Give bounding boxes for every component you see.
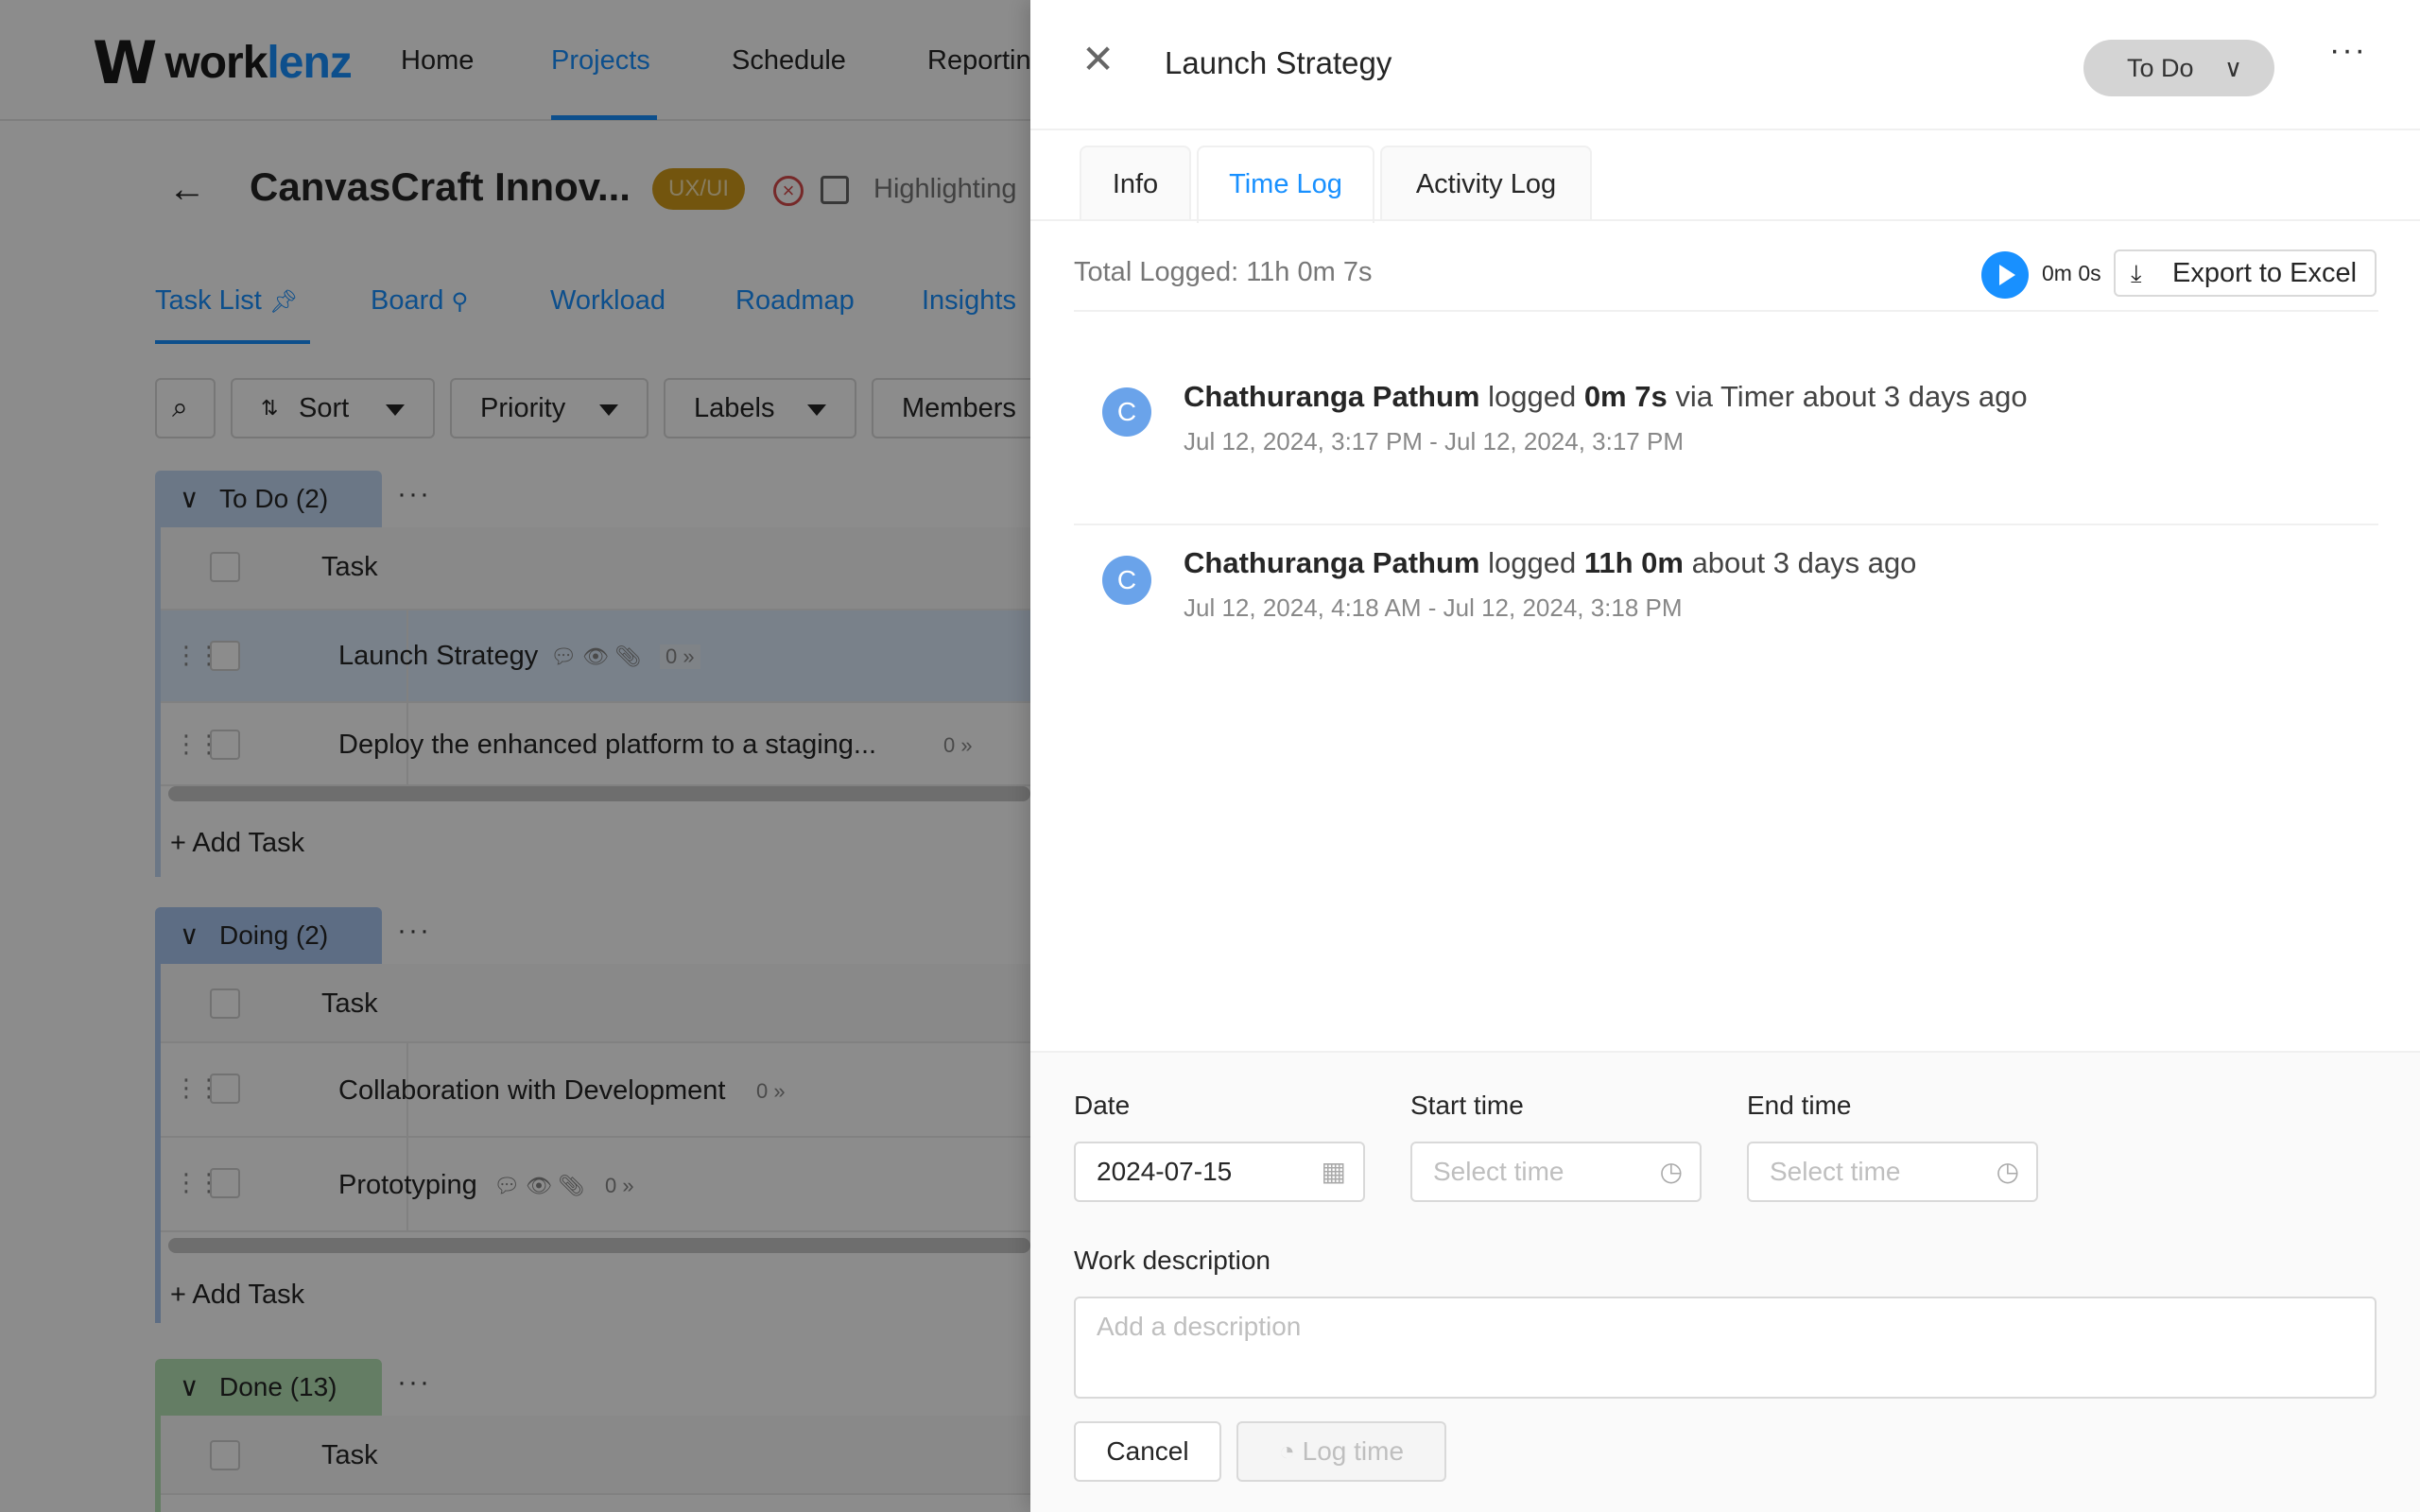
avatar: C <box>1102 387 1151 437</box>
divider <box>1074 524 2378 525</box>
drawer-title: Launch Strategy <box>1165 45 1392 80</box>
time-log-entry-range: Jul 12, 2024, 3:17 PM - Jul 12, 2024, 3:… <box>1184 427 1684 455</box>
date-picker[interactable]: 2024-07-15 ▦ <box>1074 1142 1365 1202</box>
start-time-label: Start time <box>1410 1091 1524 1120</box>
time-log-entry-range: Jul 12, 2024, 4:18 AM - Jul 12, 2024, 3:… <box>1184 593 1683 622</box>
log-time-button[interactable]: ◔ Log time <box>1236 1421 1446 1482</box>
end-time-label: End time <box>1747 1091 1852 1120</box>
more-options-icon[interactable]: ··· <box>2329 32 2367 69</box>
drawer-backdrop-mask[interactable] <box>0 0 1030 1512</box>
timer-value: 0m 0s <box>2042 261 2101 285</box>
cancel-button[interactable]: Cancel <box>1074 1421 1221 1482</box>
end-time-picker[interactable]: Select time ◷ <box>1747 1142 2038 1202</box>
project-page: W worklenz Home Projects Schedule Report… <box>0 0 1030 1512</box>
avatar: C <box>1102 556 1151 605</box>
tab-info[interactable]: Info <box>1080 146 1191 221</box>
divider <box>1074 310 2378 312</box>
close-icon[interactable]: ✕ <box>1081 40 1115 79</box>
tab-time-log[interactable]: Time Log <box>1197 146 1374 223</box>
work-description-input[interactable]: Add a description <box>1074 1297 2377 1399</box>
time-log-entry-text: Chathuranga Pathum logged 0m 7s via Time… <box>1184 380 2028 413</box>
work-description-label: Work description <box>1074 1246 1271 1275</box>
play-timer-icon[interactable] <box>1981 251 2029 299</box>
download-icon: ⤓ <box>2131 259 2142 287</box>
drawer-header: ✕ Launch Strategy To Do ∨ ··· <box>1030 0 2420 130</box>
total-logged: Total Logged: 11h 0m 7s <box>1074 257 1373 287</box>
time-log-entry-text: Chathuranga Pathum logged 11h 0m about 3… <box>1184 546 1917 579</box>
calendar-icon: ▦ <box>1321 1157 1346 1186</box>
clock-icon: ◷ <box>1659 1157 1683 1186</box>
date-label: Date <box>1074 1091 1131 1120</box>
chevron-down-icon: ∨ <box>2223 54 2242 82</box>
tab-divider <box>1030 219 2420 221</box>
task-drawer: ✕ Launch Strategy To Do ∨ ··· Info Time L… <box>1030 0 2420 1512</box>
export-to-excel-button[interactable]: ⤓ Export to Excel <box>2114 249 2377 297</box>
status-dropdown[interactable]: To Do ∨ <box>2083 40 2274 96</box>
start-time-picker[interactable]: Select time ◷ <box>1410 1142 1702 1202</box>
clock-icon: ◔ <box>1278 1436 1295 1466</box>
clock-icon: ◷ <box>1996 1157 2019 1186</box>
tab-activity-log[interactable]: Activity Log <box>1380 146 1592 221</box>
